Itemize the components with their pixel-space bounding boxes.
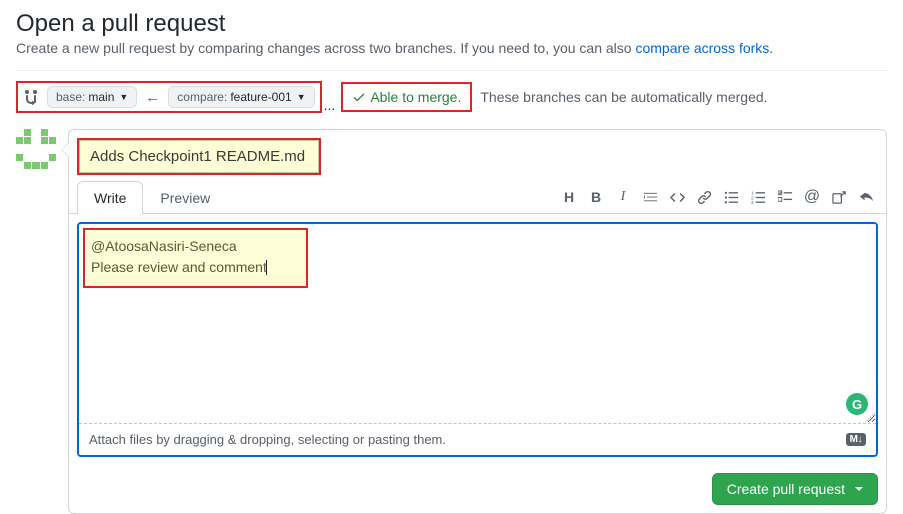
branch-compare-bar: base: main ▼ ← compare: feature-001 ▼ ..… — [16, 70, 887, 123]
tab-preview[interactable]: Preview — [143, 181, 227, 214]
subtitle-text: Create a new pull request by comparing c… — [16, 40, 635, 56]
attach-hint-row[interactable]: Attach files by dragging & dropping, sel… — [79, 424, 876, 455]
markdown-toolbar: H B I 123 @ — [561, 189, 878, 205]
comment-body-focused: @AtoosaNasiri-Seneca Please review and c… — [77, 222, 878, 457]
editor-tabs: Write Preview — [77, 181, 227, 213]
base-label: base: — [56, 90, 85, 104]
page-subtitle: Create a new pull request by comparing c… — [16, 40, 887, 56]
bold-icon[interactable]: B — [588, 189, 604, 205]
tab-write[interactable]: Write — [77, 181, 143, 214]
caret-down-icon: ▼ — [119, 92, 128, 102]
resize-handle-icon[interactable] — [865, 412, 875, 422]
check-icon — [352, 90, 366, 104]
markdown-badge-icon[interactable]: M↓ — [846, 433, 866, 446]
comment-line2: Please review and comment — [91, 259, 267, 275]
numbered-list-icon[interactable]: 123 — [750, 189, 766, 205]
merge-auto-text: These branches can be automatically merg… — [480, 89, 767, 105]
cross-reference-icon[interactable] — [831, 189, 847, 205]
comment-line1: @AtoosaNasiri-Seneca — [91, 238, 237, 254]
subtitle-suffix: . — [769, 40, 773, 56]
compare-ellipsis: ... — [324, 97, 336, 113]
text-cursor — [266, 260, 267, 275]
base-branch-name: main — [88, 90, 114, 104]
page-title: Open a pull request — [16, 10, 887, 38]
merge-status: Able to merge. — [348, 87, 465, 107]
grammarly-icon[interactable]: G — [846, 393, 868, 415]
link-icon[interactable] — [696, 189, 712, 205]
task-list-icon[interactable] — [777, 189, 793, 205]
svg-text:3: 3 — [751, 200, 754, 205]
caret-down-icon — [855, 487, 863, 491]
attach-hint-text: Attach files by dragging & dropping, sel… — [89, 432, 446, 447]
pr-title-input[interactable] — [79, 140, 319, 173]
compare-branch-selector[interactable]: compare: feature-001 ▼ — [168, 86, 314, 108]
avatar — [16, 129, 56, 169]
comment-textarea[interactable]: @AtoosaNasiri-Seneca Please review and c… — [79, 224, 876, 424]
reply-icon[interactable] — [858, 189, 874, 205]
caret-down-icon: ▼ — [297, 92, 306, 102]
identicon-icon — [16, 129, 56, 169]
code-icon[interactable] — [669, 189, 685, 205]
create-button-label: Create pull request — [727, 481, 845, 497]
heading-icon[interactable]: H — [561, 189, 577, 205]
git-compare-icon — [23, 88, 41, 106]
create-pull-request-button[interactable]: Create pull request — [712, 473, 878, 505]
highlight-box-branches: base: main ▼ ← compare: feature-001 ▼ — [16, 81, 322, 113]
arrow-left-icon: ← — [145, 89, 160, 106]
compare-label: compare: — [177, 90, 227, 104]
compose-panel: Write Preview H B I 123 @ — [68, 129, 887, 514]
compare-across-forks-link[interactable]: compare across forks — [635, 40, 769, 56]
base-branch-selector[interactable]: base: main ▼ — [47, 86, 137, 108]
highlight-box-comment: @AtoosaNasiri-Seneca Please review and c… — [83, 228, 308, 288]
mention-icon[interactable]: @ — [804, 189, 820, 205]
compare-branch-name: feature-001 — [230, 90, 291, 104]
bullet-list-icon[interactable] — [723, 189, 739, 205]
quote-icon[interactable] — [642, 189, 658, 205]
highlight-box-title — [77, 138, 321, 175]
merge-status-text: Able to merge. — [370, 89, 461, 105]
highlight-box-merge-status: Able to merge. — [341, 82, 472, 112]
italic-icon[interactable]: I — [615, 189, 631, 205]
